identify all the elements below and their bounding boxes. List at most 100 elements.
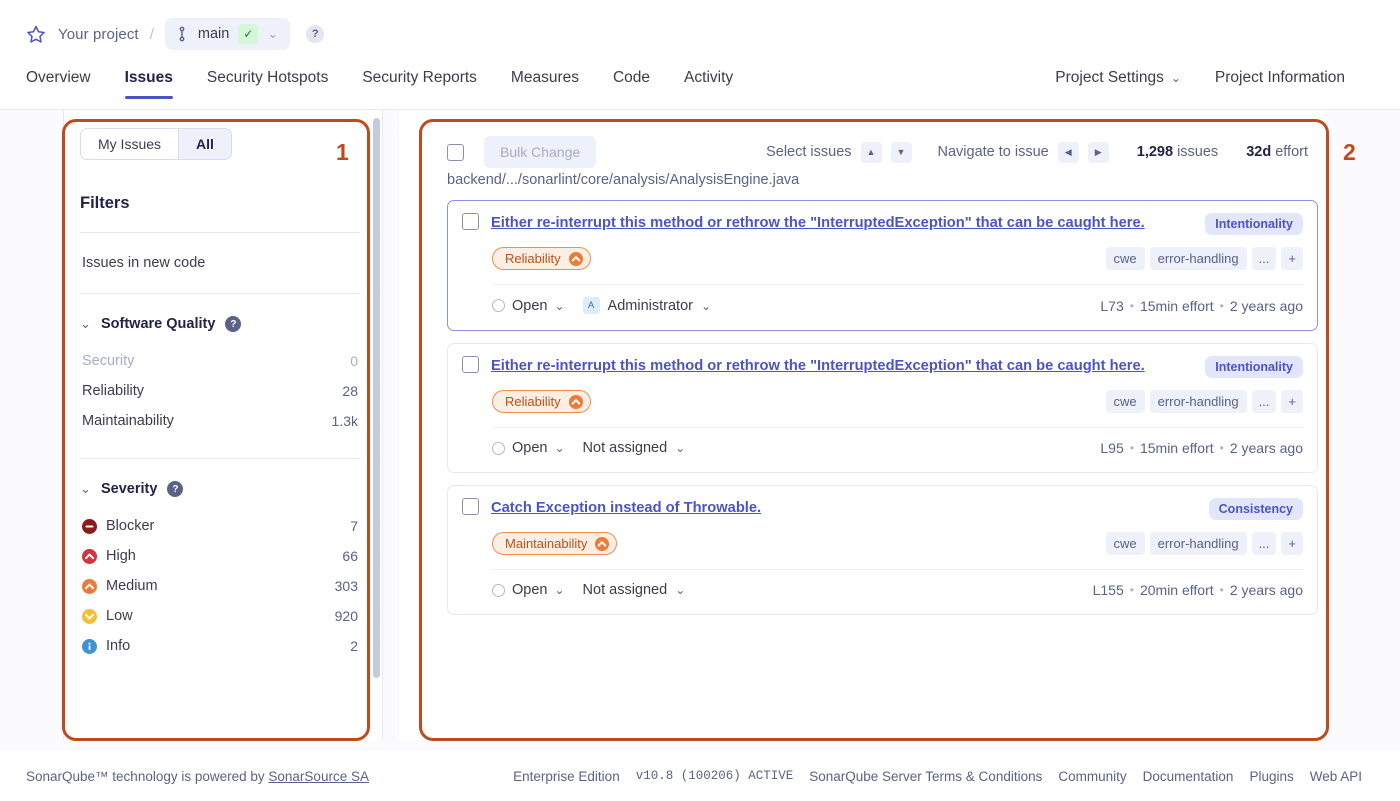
issue-title[interactable]: Either re-interrupt this method or rethr…: [491, 356, 1145, 377]
issue-tag[interactable]: cwe: [1106, 390, 1145, 413]
help-icon[interactable]: ?: [167, 481, 183, 497]
facet-item-low[interactable]: Low 920: [80, 601, 360, 631]
branch-selector[interactable]: main ✓ ⌄: [165, 18, 290, 50]
facet-item-high[interactable]: High 66: [80, 541, 360, 571]
select-issue-down-button[interactable]: ▼: [891, 142, 912, 163]
issue-tag-add-button[interactable]: +: [1281, 390, 1303, 413]
effort-value: 32d: [1246, 144, 1271, 160]
facet-item-info[interactable]: Info 2: [80, 631, 360, 661]
issue-title[interactable]: Catch Exception instead of Throwable.: [491, 498, 761, 519]
sonarsource-link[interactable]: SonarSource SA: [268, 769, 369, 784]
footer: SonarQube™ technology is powered by Sona…: [0, 750, 1400, 801]
footer-link-documentation[interactable]: Documentation: [1143, 769, 1234, 784]
issue-age: 2 years ago: [1230, 440, 1303, 456]
page-content: My Issues All Filters Issues in new code…: [0, 110, 1400, 750]
issue-tag[interactable]: error-handling: [1150, 247, 1247, 270]
issue-attribute-badge[interactable]: Consistency: [1209, 498, 1303, 520]
facet-item-reliability[interactable]: Reliability 28: [80, 376, 360, 406]
nav-item-issues[interactable]: Issues: [108, 69, 190, 98]
software-quality-badge[interactable]: Reliability: [492, 390, 591, 413]
nav-item-project-information[interactable]: Project Information: [1198, 69, 1362, 98]
bulk-change-button[interactable]: Bulk Change: [484, 136, 596, 168]
issue-tags-more[interactable]: ...: [1252, 390, 1277, 413]
help-icon[interactable]: ?: [225, 316, 241, 332]
facet-software-quality-title: Software Quality: [101, 316, 215, 332]
facet-item-count: 920: [335, 608, 358, 624]
issue-tags-more[interactable]: ...: [1252, 532, 1277, 555]
facet-item-security[interactable]: Security 0: [80, 346, 360, 376]
project-name[interactable]: Your project: [58, 26, 139, 43]
meta-separator: •: [1130, 299, 1134, 313]
annotation-number-1: 1: [336, 139, 349, 166]
toggle-all-issues[interactable]: All: [178, 129, 231, 159]
issue-assignee-label: Not assigned: [583, 440, 668, 456]
nav-item-project-settings-label: Project Settings: [1055, 69, 1164, 86]
star-icon[interactable]: [26, 24, 46, 44]
facet-severity-header[interactable]: ⌄ Severity ?: [80, 459, 360, 511]
issue-list: Either re-interrupt this method or rethr…: [399, 200, 1328, 615]
toggle-my-issues[interactable]: My Issues: [81, 129, 178, 159]
facet-item-blocker[interactable]: Blocker 7: [80, 511, 360, 541]
issue-tag[interactable]: error-handling: [1150, 390, 1247, 413]
issue-tag-add-button[interactable]: +: [1281, 532, 1303, 555]
issue-attribute-badge[interactable]: Intentionality: [1205, 356, 1303, 378]
facet-item-maintainability[interactable]: Maintainability 1.3k: [80, 406, 360, 436]
meta-separator: •: [1220, 441, 1224, 455]
facet-software-quality-header[interactable]: ⌄ Software Quality ?: [80, 294, 360, 346]
sidebar-scrollbar-thumb[interactable]: [373, 118, 380, 678]
issue-tags-more[interactable]: ...: [1252, 247, 1277, 270]
issue-checkbox[interactable]: [462, 356, 479, 373]
chevron-down-icon: ⌄: [675, 583, 685, 597]
issue-card[interactable]: Catch Exception instead of Throwable. Co…: [447, 485, 1318, 615]
chevron-down-icon: ⌄: [675, 441, 685, 455]
select-all-checkbox[interactable]: [447, 144, 464, 161]
sidebar-scrollbar[interactable]: [373, 118, 380, 728]
navigate-next-button[interactable]: ▶: [1088, 142, 1109, 163]
nav-item-activity[interactable]: Activity: [667, 69, 750, 98]
footer-link-terms[interactable]: SonarQube Server Terms & Conditions: [809, 769, 1042, 784]
nav-item-security-hotspots[interactable]: Security Hotspots: [190, 69, 345, 98]
severity-high-icon: [82, 549, 97, 564]
software-quality-badge[interactable]: Reliability: [492, 247, 591, 270]
issue-title[interactable]: Either re-interrupt this method or rethr…: [491, 213, 1145, 234]
issue-attribute-badge[interactable]: Intentionality: [1205, 213, 1303, 235]
issue-checkbox[interactable]: [462, 213, 479, 230]
issue-assignee-dropdown[interactable]: A Administrator ⌄: [583, 297, 711, 314]
meta-separator: •: [1220, 299, 1224, 313]
breadcrumb-separator: /: [150, 26, 154, 43]
software-quality-badge[interactable]: Maintainability: [492, 532, 617, 555]
footer-link-community[interactable]: Community: [1058, 769, 1126, 784]
issue-status-dropdown[interactable]: Open ⌄: [492, 298, 565, 314]
issue-header: Either re-interrupt this method or rethr…: [462, 356, 1303, 378]
nav-item-code[interactable]: Code: [596, 69, 667, 98]
issue-tag-add-button[interactable]: +: [1281, 247, 1303, 270]
footer-link-web-api[interactable]: Web API: [1310, 769, 1362, 784]
issue-tags: cwe error-handling ... +: [1106, 247, 1304, 270]
navigate-prev-button[interactable]: ◀: [1058, 142, 1079, 163]
issue-tag[interactable]: cwe: [1106, 247, 1145, 270]
issue-card[interactable]: Either re-interrupt this method or rethr…: [447, 200, 1318, 331]
issue-assignee-dropdown[interactable]: Not assigned ⌄: [583, 440, 686, 456]
file-path[interactable]: backend/.../sonarlint/core/analysis/Anal…: [399, 172, 1328, 200]
issue-status-dropdown[interactable]: Open ⌄: [492, 582, 565, 598]
issue-tag[interactable]: cwe: [1106, 532, 1145, 555]
select-issue-up-button[interactable]: ▲: [861, 142, 882, 163]
nav-item-overview[interactable]: Overview: [26, 69, 108, 98]
issue-age: 2 years ago: [1230, 582, 1303, 598]
footer-link-plugins[interactable]: Plugins: [1249, 769, 1293, 784]
issue-card[interactable]: Either re-interrupt this method or rethr…: [447, 343, 1318, 473]
nav-item-security-reports[interactable]: Security Reports: [345, 69, 494, 98]
filter-issues-in-new-code[interactable]: Issues in new code: [80, 233, 360, 293]
nav-item-project-settings[interactable]: Project Settings⌄: [1055, 69, 1198, 98]
issue-checkbox[interactable]: [462, 498, 479, 515]
facet-item-count: 303: [335, 578, 358, 594]
issue-meta: L95 • 15min effort • 2 years ago: [1100, 440, 1303, 456]
nav-item-measures[interactable]: Measures: [494, 69, 596, 98]
chevron-down-icon[interactable]: ⌄: [267, 26, 278, 42]
issue-tag[interactable]: error-handling: [1150, 532, 1247, 555]
chevron-down-icon: ⌄: [554, 583, 564, 597]
issue-assignee-dropdown[interactable]: Not assigned ⌄: [583, 582, 686, 598]
help-icon[interactable]: ?: [306, 25, 324, 43]
issue-status-dropdown[interactable]: Open ⌄: [492, 440, 565, 456]
facet-item-medium[interactable]: Medium 303: [80, 571, 360, 601]
